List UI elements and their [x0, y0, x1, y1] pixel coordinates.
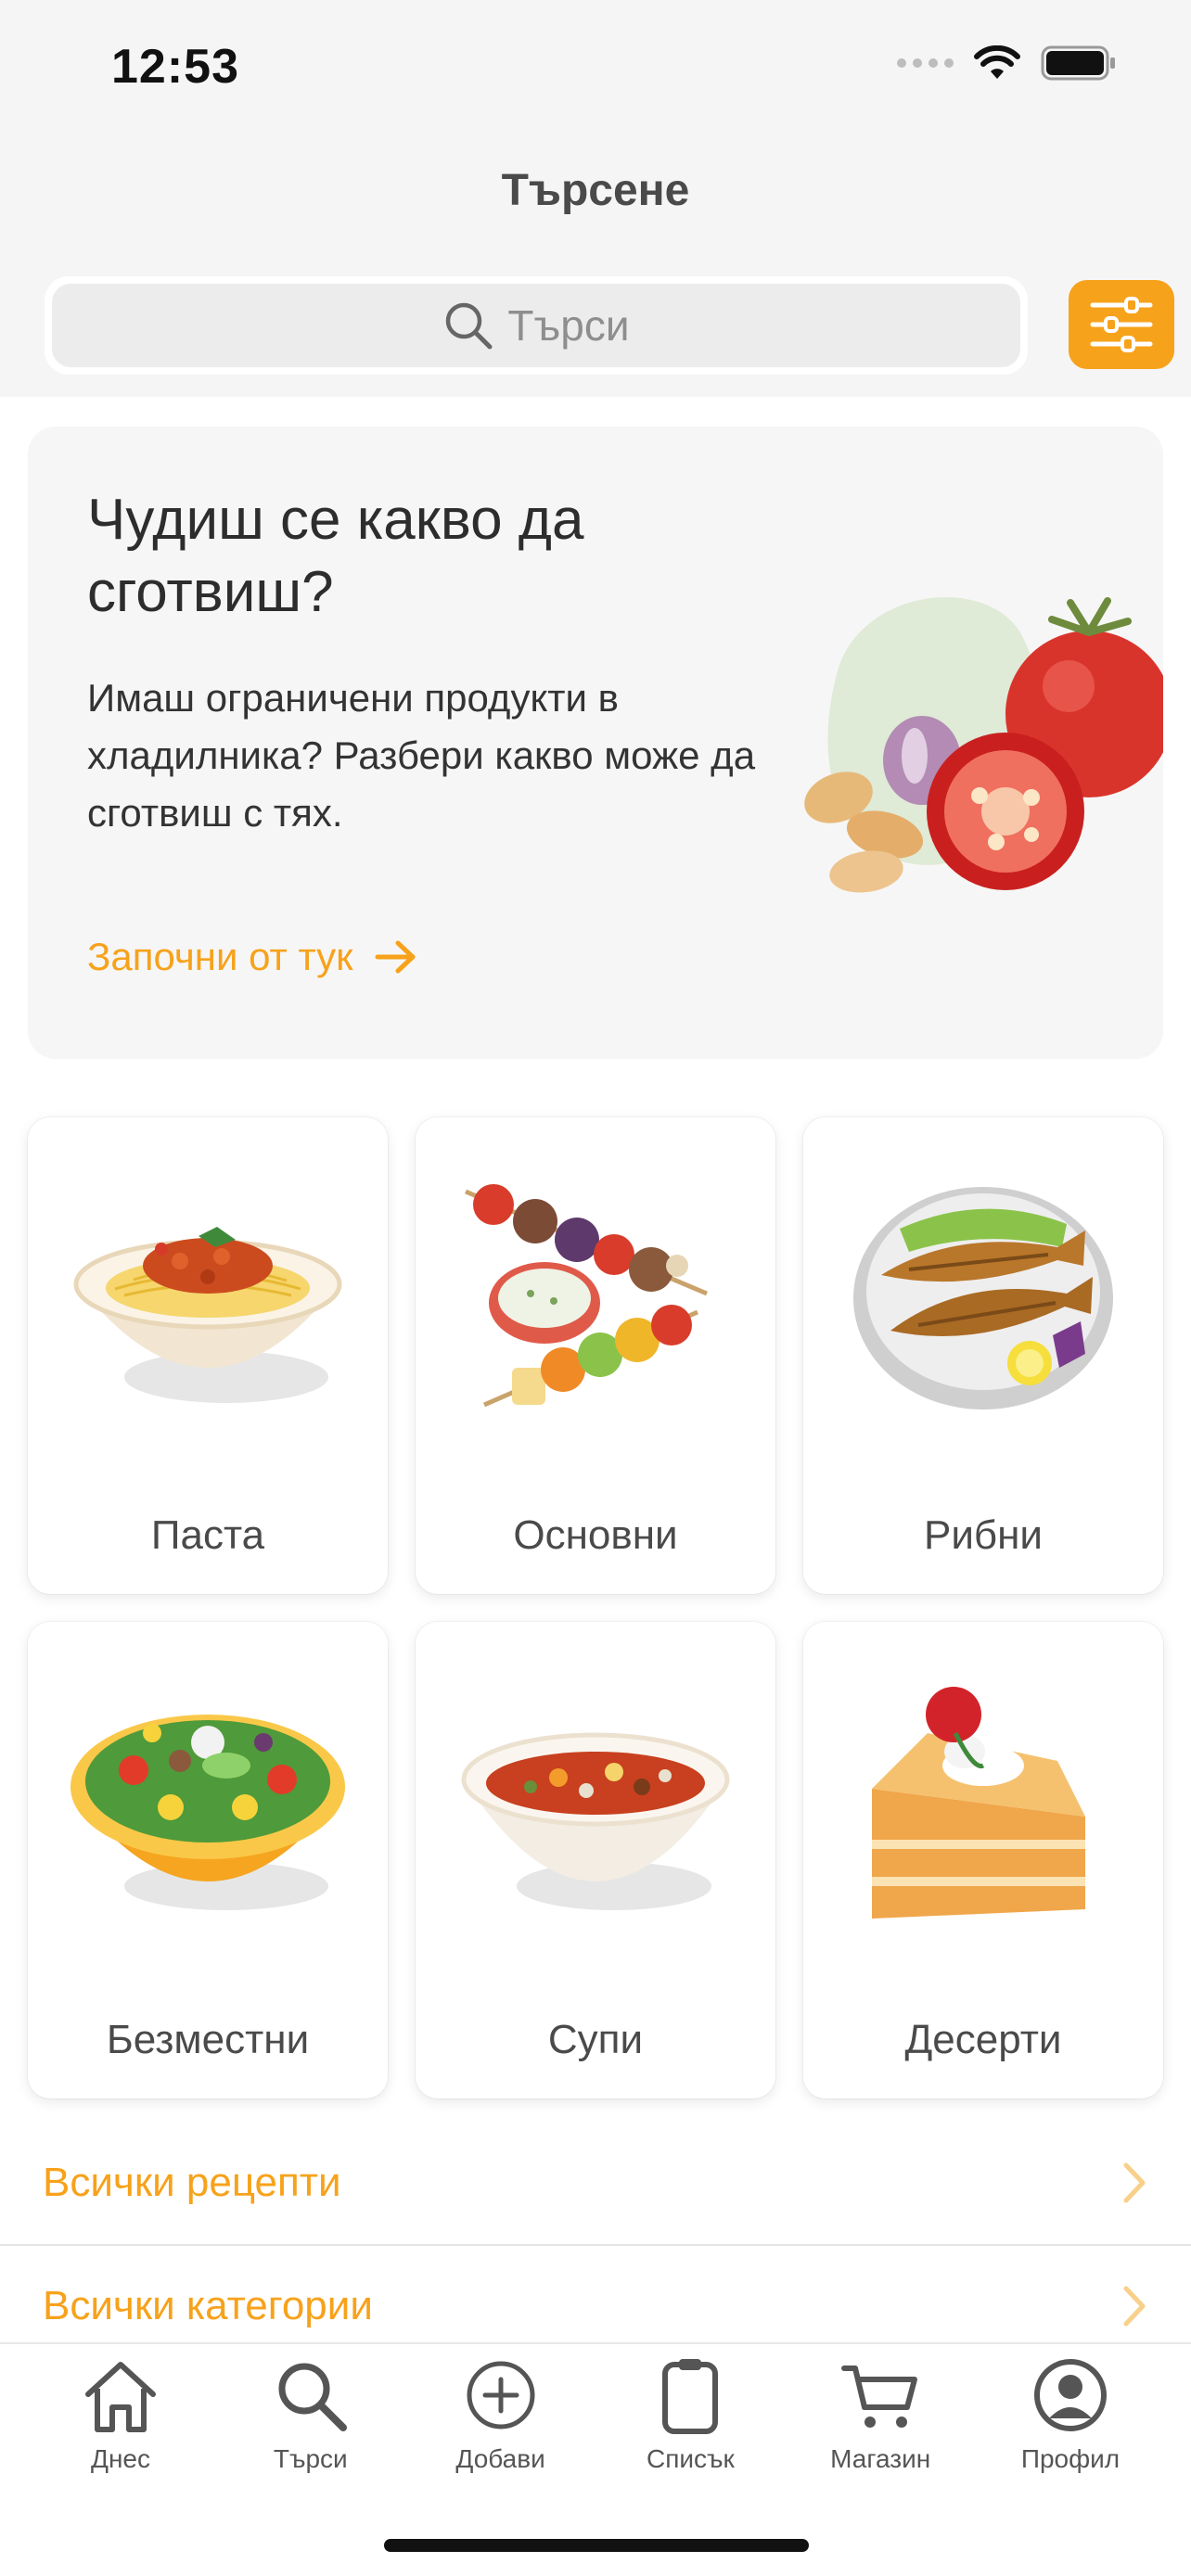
fish-plate-icon	[853, 1187, 1113, 1409]
tab-label: Списък	[647, 2444, 735, 2473]
chevron-right-icon	[1123, 2162, 1146, 2203]
category-card-desserts[interactable]: Десерти	[803, 1622, 1163, 2098]
search-input[interactable]: Търси	[52, 284, 1020, 367]
link-label: Всички категории	[43, 2283, 373, 2328]
category-card-pasta[interactable]: Паста	[28, 1117, 388, 1594]
page-title: Търсене	[501, 166, 690, 215]
promo-card[interactable]: Чудиш се какво да сготвиш? Имаш ограниче…	[28, 427, 1163, 1059]
cart-icon	[841, 2366, 918, 2428]
promo-link-label: Започни от тук	[87, 935, 353, 978]
clipboard-icon	[662, 2359, 719, 2434]
status-bar: 12:53	[0, 0, 1191, 139]
status-time: 12:53	[111, 40, 239, 94]
category-label: Основни	[513, 1512, 678, 1558]
search-icon	[446, 302, 493, 350]
sliders-icon	[1090, 297, 1153, 352]
promo-title: Чудиш се какво да сготвиш?	[87, 488, 584, 624]
link-label: Всички рецепти	[43, 2160, 341, 2205]
home-icon	[85, 2362, 156, 2432]
salad-bowl-icon	[70, 1715, 345, 1910]
tab-label: Добави	[455, 2444, 545, 2473]
wifi-icon	[974, 45, 1020, 79]
category-card-soups[interactable]: Супи	[416, 1622, 775, 2098]
profile-icon	[1033, 2359, 1107, 2431]
add-circle-icon	[467, 2361, 535, 2429]
tab-add[interactable]: Добави	[408, 2344, 594, 2474]
search-placeholder: Търси	[507, 301, 630, 350]
search-icon	[278, 2363, 347, 2431]
all-recipes-link[interactable]: Всички рецепти	[0, 2122, 1191, 2244]
cake-slice-icon	[872, 1687, 1085, 1919]
category-card-main[interactable]: Основни	[416, 1117, 775, 1594]
filter-button[interactable]	[1069, 280, 1174, 369]
status-icons	[897, 45, 1117, 82]
soup-bowl-icon	[461, 1732, 730, 1910]
tab-today[interactable]: Днес	[28, 2344, 213, 2474]
tab-search[interactable]: Търси	[218, 2344, 403, 2474]
promo-start-link[interactable]: Започни от тук	[87, 935, 418, 979]
category-label: Десерти	[904, 2017, 1062, 2062]
category-card-vegetarian[interactable]: Безместни	[28, 1622, 388, 2098]
tab-list[interactable]: Списък	[597, 2344, 783, 2474]
tab-label: Днес	[91, 2444, 150, 2473]
category-grid: Паста Основни Рибни Безместни Супи Десер…	[28, 1117, 1163, 2098]
category-label: Безместни	[106, 2017, 310, 2062]
skewers-icon	[465, 1184, 708, 1408]
battery-icon	[1041, 45, 1115, 81]
tab-label: Магазин	[830, 2444, 931, 2473]
tab-label: Профил	[1020, 2444, 1121, 2473]
pasta-bowl-icon	[73, 1227, 342, 1403]
tomato-vegetables-illustration	[804, 597, 1163, 893]
link-list: Всички рецепти Всички категории	[0, 2122, 1191, 2366]
category-label: Паста	[150, 1512, 265, 1558]
search-bar[interactable]: Търси	[45, 276, 1028, 375]
tab-shop[interactable]: Магазин	[788, 2344, 973, 2474]
home-indicator	[384, 2539, 809, 2552]
tab-label: Търси	[273, 2444, 348, 2473]
signal-icon	[897, 58, 954, 68]
arrow-right-icon	[375, 940, 416, 974]
category-label: Рибни	[923, 1512, 1043, 1558]
tab-profile[interactable]: Профил	[978, 2344, 1163, 2474]
promo-description: Имаш ограничени продукти в хладилника? Р…	[87, 676, 756, 835]
chevron-right-icon	[1123, 2286, 1146, 2327]
category-card-fish[interactable]: Рибни	[803, 1117, 1163, 1594]
category-label: Супи	[547, 2017, 644, 2062]
